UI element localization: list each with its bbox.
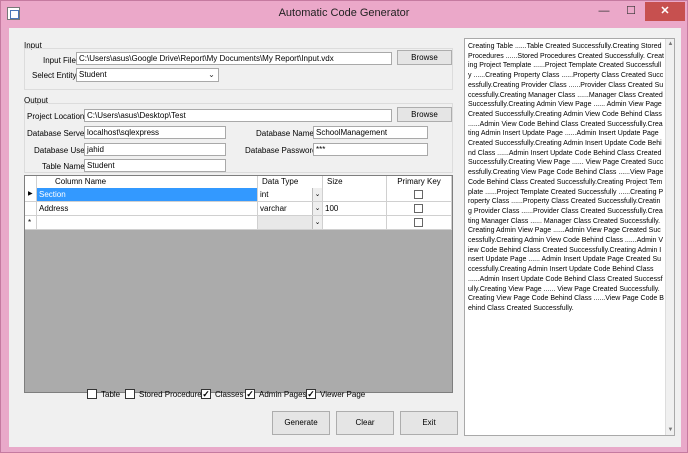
- new-row-primary-key: [387, 216, 452, 230]
- viewer-page-checkbox-label: Viewer Page: [320, 390, 366, 399]
- column-header-type[interactable]: Data Type: [258, 176, 323, 188]
- maximize-button[interactable]: ☐: [618, 2, 644, 21]
- table-row-column-name[interactable]: Section: [37, 188, 258, 202]
- db-user-label: Database User: [34, 146, 88, 155]
- table-name-field[interactable]: Student: [84, 159, 226, 172]
- db-server-label: Database Server: [27, 129, 88, 138]
- db-password-label: Database Password: [245, 146, 317, 155]
- scroll-down-icon[interactable]: ▼: [666, 425, 674, 435]
- exit-button[interactable]: Exit: [400, 411, 458, 435]
- primary-key-checkbox[interactable]: [414, 204, 423, 213]
- data-type-value: int: [260, 190, 269, 199]
- chevron-down-icon[interactable]: ⌄: [312, 202, 322, 215]
- log-scrollbar[interactable]: ▲ ▼: [665, 39, 674, 435]
- select-entity-dropdown[interactable]: Student ⌄: [76, 68, 219, 82]
- row-selector[interactable]: [25, 202, 37, 216]
- db-server-field[interactable]: localhost\sqlexpress: [84, 126, 226, 139]
- column-header-name[interactable]: Column Name: [37, 176, 258, 188]
- table-row-primary-key: [387, 188, 452, 202]
- row-header-corner: [25, 176, 37, 188]
- chevron-down-icon[interactable]: ⌄: [312, 188, 322, 201]
- title-bar[interactable]: Automatic Code Generator — ☐ ✕: [1, 1, 687, 27]
- generate-button[interactable]: Generate: [272, 411, 330, 435]
- minimize-button[interactable]: —: [591, 2, 617, 21]
- table-row-primary-key: [387, 202, 452, 216]
- new-row-selector[interactable]: *: [25, 216, 37, 230]
- log-text: Creating Table ......Table Created Succe…: [468, 43, 664, 312]
- project-location-field[interactable]: C:\Users\asus\Desktop\Test: [84, 109, 392, 122]
- log-output[interactable]: Creating Table ......Table Created Succe…: [464, 38, 675, 436]
- table-checkbox[interactable]: [87, 389, 97, 399]
- close-button[interactable]: ✕: [645, 2, 685, 21]
- db-name-field[interactable]: SchoolManagement: [313, 126, 428, 139]
- select-entity-value: Student: [79, 70, 107, 79]
- project-location-label: Project Location: [27, 112, 85, 121]
- db-user-field[interactable]: jahid: [84, 143, 226, 156]
- table-row-data-type[interactable]: int ⌄: [258, 188, 323, 202]
- viewer-page-checkbox[interactable]: ✓: [306, 389, 316, 399]
- table-row-size[interactable]: 100: [323, 202, 387, 216]
- chevron-down-icon: ⌄: [208, 70, 215, 79]
- new-row-column-name[interactable]: [37, 216, 258, 230]
- input-browse-button[interactable]: Browse: [397, 50, 452, 65]
- app-window: Automatic Code Generator — ☐ ✕ Input Inp…: [0, 0, 688, 453]
- table-row-size[interactable]: [323, 188, 387, 202]
- classes-checkbox-label: Classes: [215, 390, 244, 399]
- table-name-label: Table Name: [42, 162, 85, 171]
- input-file-field[interactable]: C:\Users\asus\Google Drive\Report\My Doc…: [76, 52, 392, 65]
- stored-procedures-checkbox-label: Stored Procedures: [139, 390, 206, 399]
- column-header-primary-key[interactable]: Primary Key: [387, 176, 452, 188]
- scroll-up-icon[interactable]: ▲: [666, 39, 674, 49]
- new-row-size[interactable]: [323, 216, 387, 230]
- data-type-value: varchar: [260, 204, 287, 213]
- stored-procedures-checkbox[interactable]: [125, 389, 135, 399]
- db-name-label: Database Name: [256, 129, 314, 138]
- new-row-data-type[interactable]: ⌄: [258, 216, 323, 230]
- admin-pages-checkbox-label: Admin Pages: [259, 390, 307, 399]
- select-entity-label: Select Entity: [32, 71, 77, 80]
- output-browse-button[interactable]: Browse: [397, 107, 452, 122]
- admin-pages-checkbox[interactable]: ✓: [245, 389, 255, 399]
- columns-grid[interactable]: Column Name Data Type Size Primary Key ▶…: [24, 175, 453, 393]
- window-title: Automatic Code Generator: [278, 7, 410, 19]
- table-checkbox-label: Table: [101, 390, 121, 399]
- clear-button[interactable]: Clear: [336, 411, 394, 435]
- table-row-data-type[interactable]: varchar ⌄: [258, 202, 323, 216]
- grid-header: Column Name Data Type Size Primary Key: [25, 176, 452, 188]
- input-file-label: Input File: [43, 56, 76, 65]
- primary-key-checkbox[interactable]: [414, 190, 423, 199]
- client-area: Input Input File C:\Users\asus\Google Dr…: [9, 28, 681, 447]
- table-row-column-name[interactable]: Address: [37, 202, 258, 216]
- chevron-down-icon[interactable]: ⌄: [312, 216, 322, 229]
- row-selector-current[interactable]: ▶: [25, 188, 37, 202]
- column-header-size[interactable]: Size: [323, 176, 387, 188]
- primary-key-checkbox[interactable]: [414, 218, 423, 227]
- db-password-field[interactable]: ***: [313, 143, 428, 156]
- classes-checkbox[interactable]: ✓: [201, 389, 211, 399]
